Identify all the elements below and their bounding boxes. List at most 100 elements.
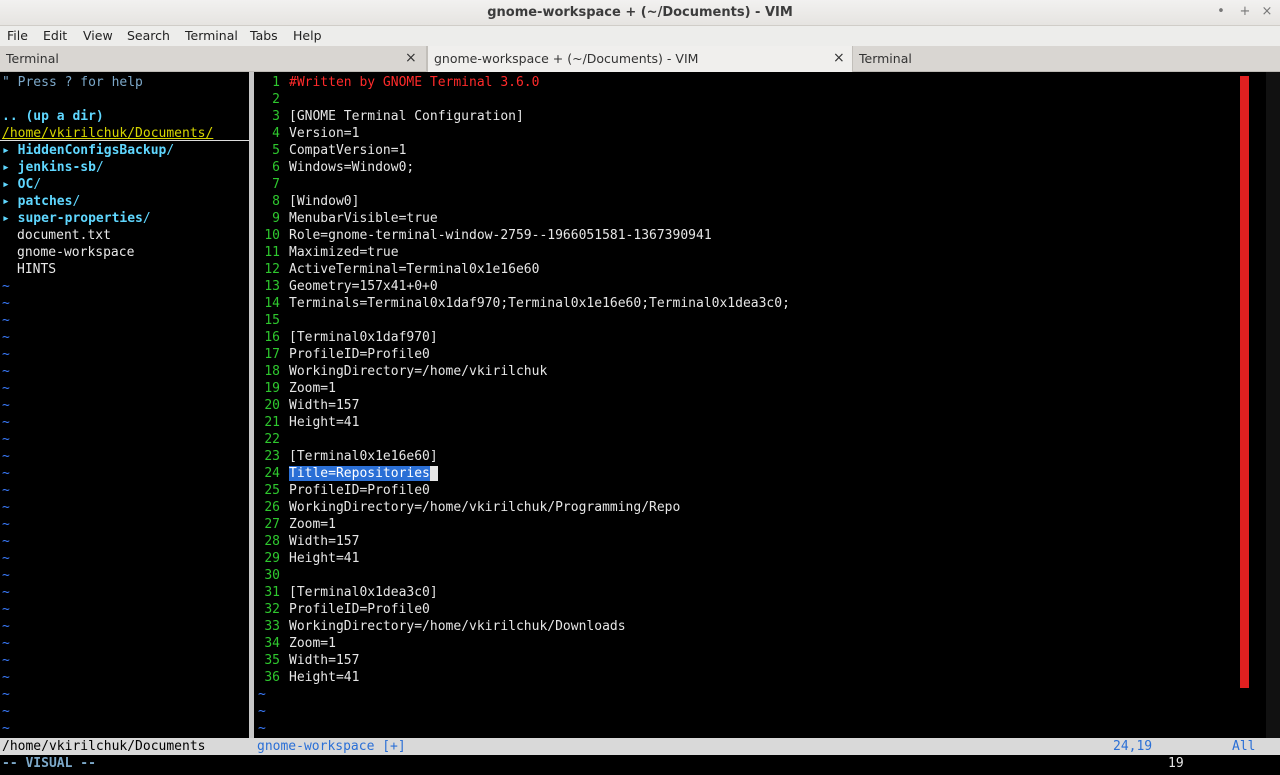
line-number: 29 [264,551,280,566]
empty-line-tilde: ~ [258,721,266,736]
code-line[interactable]: Width=157 [289,533,359,550]
code-text: ProfileID=Profile0 [289,602,430,617]
line-number: 31 [264,585,280,600]
code-line[interactable]: Width=157 [289,652,359,669]
tab-vim[interactable]: gnome-workspace + (~/Documents) - VIM × [427,46,853,72]
tree-dir-item[interactable]: ▸ patches/ [2,193,80,210]
close-tab-icon[interactable]: × [833,50,845,66]
expand-arrow-icon: ▸ [2,177,10,192]
code-line[interactable]: MenubarVisible=true [289,210,438,227]
menu-view[interactable]: View [83,28,113,43]
expand-arrow-icon: ▸ [2,143,10,158]
tree-status-path: /home/vkirilchuk/Documents [2,739,206,754]
code-line[interactable]: [Terminal0x1daf970] [289,329,438,346]
code-line[interactable]: CompatVersion=1 [289,142,406,159]
line-number: 36 [264,670,280,685]
code-line[interactable]: [Terminal0x1dea3c0] [289,584,438,601]
code-line[interactable]: [Window0] [289,193,359,210]
empty-line-tilde: ~ [2,500,10,515]
tree-up-dir[interactable]: .. (up a dir) [2,108,104,125]
code-line[interactable]: Version=1 [289,125,359,142]
tree-dir-item[interactable]: ▸ jenkins-sb/ [2,159,104,176]
vim-mode: -- VISUAL -- [2,756,96,771]
code-line[interactable]: ProfileID=Profile0 [289,346,430,363]
tree-dir-item[interactable]: ▸ OC/ [2,176,41,193]
code-line[interactable]: Zoom=1 [289,516,336,533]
line-number: 1 [272,75,280,90]
menu-bar: File Edit View Search Terminal Tabs Help [0,26,1280,46]
editor-pane[interactable]: 1 #Written by GNOME Terminal 3.6.0 2 3 [GNOM… [254,72,1254,738]
code-line[interactable]: ProfileID=Profile0 [289,601,430,618]
menu-terminal[interactable]: Terminal [185,28,238,43]
code-text: Width=157 [289,398,360,413]
menu-tabs[interactable]: Tabs [250,28,278,43]
tree-file-item[interactable]: document.txt [17,227,111,244]
code-line[interactable]: [Terminal0x1e16e60] [289,448,438,465]
line-number: 20 [264,398,280,413]
command-line[interactable]: -- VISUAL -- 19 [0,755,1280,775]
code-text: WorkingDirectory=/home/vkirilchuk/Progra… [289,500,681,515]
code-line[interactable]: ActiveTerminal=Terminal0x1e16e60 [289,261,539,278]
tree-dir-name: HiddenConfigsBackup [17,143,167,158]
code-line[interactable]: Windows=Window0; [289,159,414,176]
tree-help-text: " Press ? for help [2,75,143,90]
line-number: 5 [272,143,280,158]
code-line[interactable]: Width=157 [289,397,359,414]
code-line[interactable]: Height=41 [289,669,359,686]
line-number: 4 [272,126,280,141]
code-line[interactable]: WorkingDirectory=/home/vkirilchuk/Progra… [289,499,680,516]
code-line[interactable]: [GNOME Terminal Configuration] [289,108,524,125]
menu-edit[interactable]: Edit [43,28,67,43]
maximize-icon[interactable]: + [1238,4,1252,19]
code-line[interactable]: Title=Repositories [289,465,438,482]
menu-search[interactable]: Search [127,28,170,43]
menu-file[interactable]: File [7,28,28,43]
code-text: #Written by GNOME Terminal 3.6.0 [289,75,540,90]
line-number: 8 [272,194,280,209]
code-line[interactable]: Height=41 [289,550,359,567]
line-number: 14 [264,296,280,311]
code-line[interactable]: Zoom=1 [289,380,336,397]
code-text: Zoom=1 [289,517,336,532]
empty-line-tilde: ~ [2,466,10,481]
code-line[interactable]: Zoom=1 [289,635,336,652]
code-line[interactable]: Maximized=true [289,244,399,261]
line-number: 2 [272,92,280,107]
scrollbar[interactable] [1266,72,1280,738]
tree-file-item[interactable]: gnome-workspace [17,244,134,261]
code-line[interactable]: #Written by GNOME Terminal 3.6.0 [289,74,539,91]
code-text: ProfileID=Profile0 [289,483,430,498]
code-line[interactable]: Geometry=157x41+0+0 [289,278,438,295]
menu-help[interactable]: Help [293,28,322,43]
tree-dir-name: OC [17,177,34,192]
empty-line-tilde: ~ [2,415,10,430]
code-line[interactable]: ProfileID=Profile0 [289,482,430,499]
code-text: WorkingDirectory=/home/vkirilchuk/Downlo… [289,619,626,634]
code-line[interactable]: WorkingDirectory=/home/vkirilchuk/Downlo… [289,618,626,635]
minimize-icon[interactable]: • [1214,4,1228,19]
terminal-area[interactable]: " Press ? for help .. (up a dir) /home/v… [0,72,1280,775]
line-number: 25 [264,483,280,498]
nerdtree-pane[interactable]: " Press ? for help .. (up a dir) /home/v… [0,72,249,738]
close-window-icon[interactable]: × [1260,4,1274,19]
tab-label: gnome-workspace + (~/Documents) - VIM [434,51,699,66]
code-line[interactable]: Terminals=Terminal0x1daf970;Terminal0x1e… [289,295,790,312]
code-text: Version=1 [289,126,360,141]
tree-cwd[interactable]: /home/vkirilchuk/Documents/ [2,125,213,142]
empty-line-tilde: ~ [2,279,10,294]
code-text: [Window0] [289,194,360,209]
tree-cwd-row: /home/vkirilchuk/Documents/ [0,126,249,141]
code-line[interactable]: Height=41 [289,414,359,431]
line-number: 21 [264,415,280,430]
tab-terminal-2[interactable]: Terminal [853,46,1280,72]
line-number: 16 [264,330,280,345]
empty-line-tilde: ~ [258,704,266,719]
tab-terminal-1[interactable]: Terminal × [0,46,427,72]
empty-line-tilde: ~ [2,551,10,566]
tree-file-item[interactable]: HINTS [17,261,56,278]
tree-dir-item[interactable]: ▸ HiddenConfigsBackup/ [2,142,174,159]
code-line[interactable]: WorkingDirectory=/home/vkirilchuk [289,363,547,380]
code-line[interactable]: Role=gnome-terminal-window-2759--1966051… [289,227,712,244]
close-tab-icon[interactable]: × [405,50,417,66]
tree-dir-item[interactable]: ▸ super-properties/ [2,210,151,227]
